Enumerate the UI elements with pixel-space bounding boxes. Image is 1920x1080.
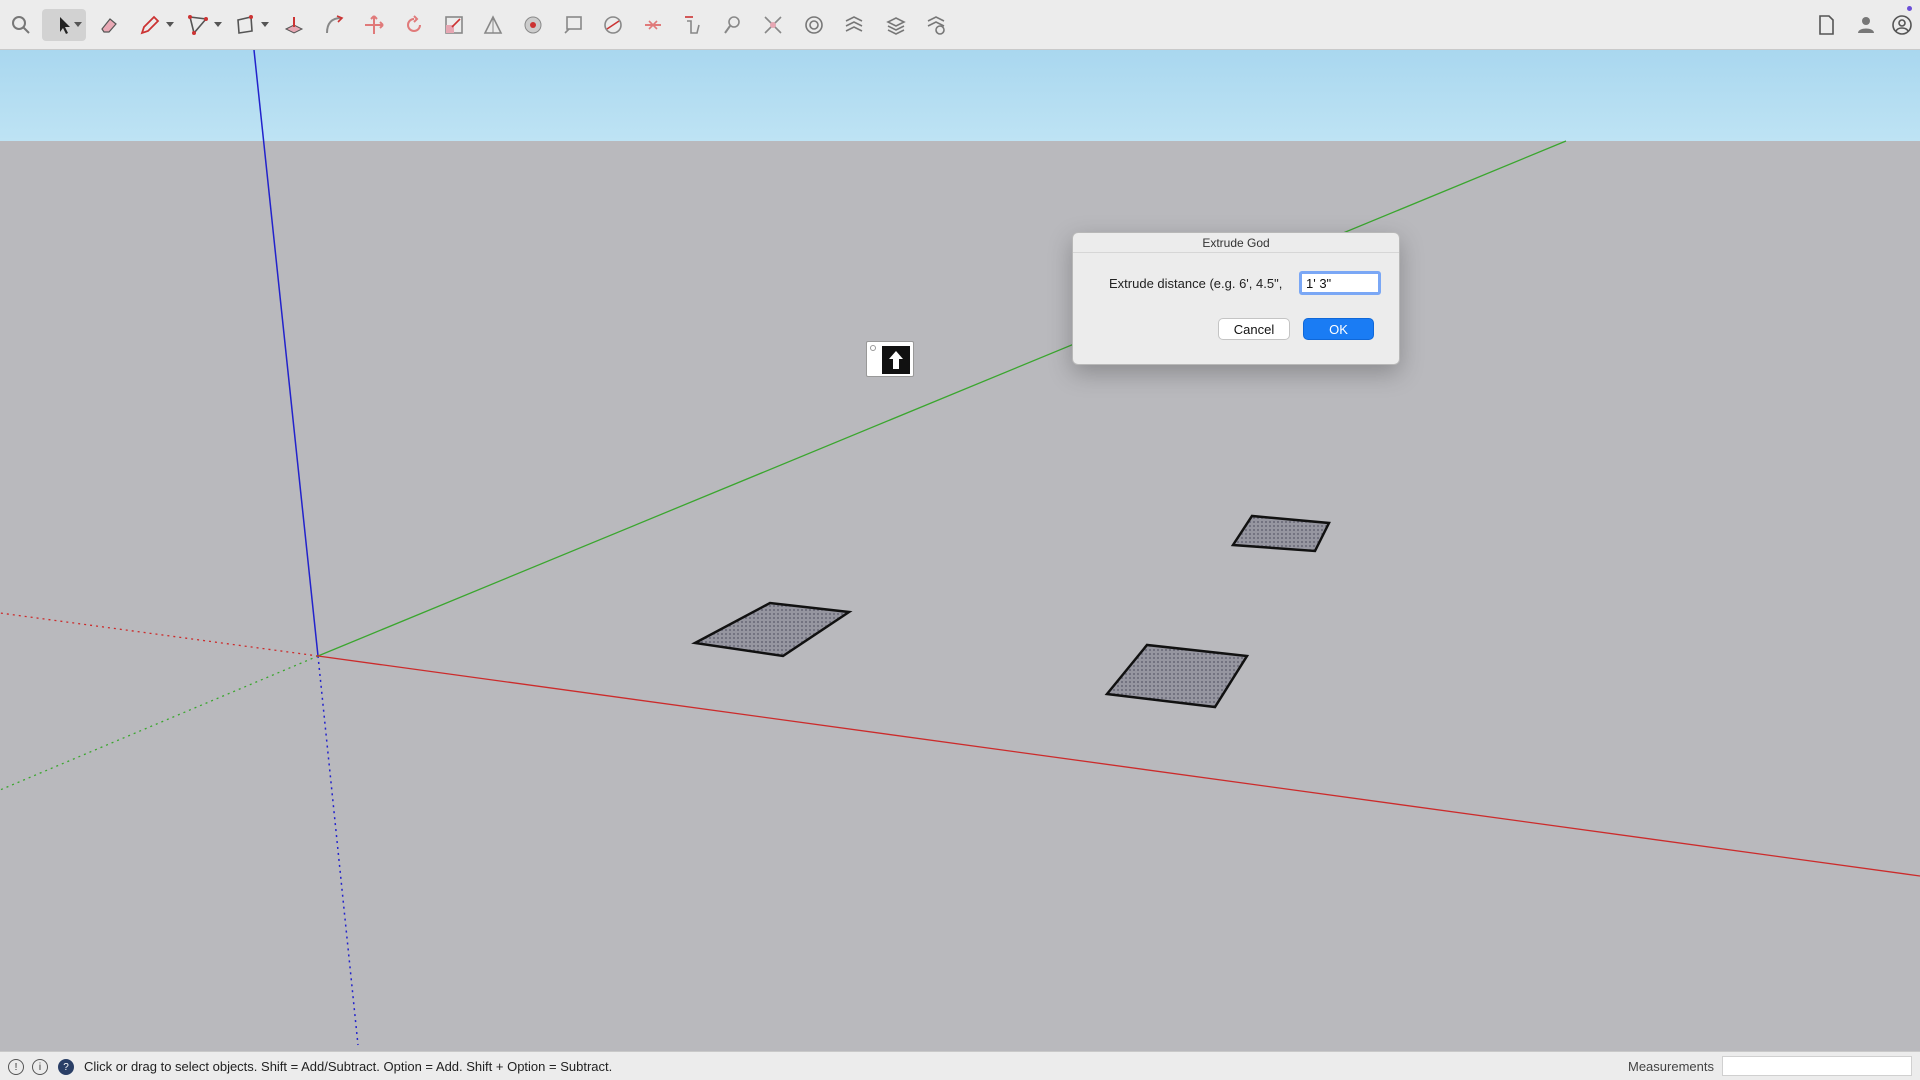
section-plane-tool-button[interactable] bbox=[637, 9, 669, 41]
orbit-tool-button[interactable] bbox=[597, 9, 629, 41]
credits-icon[interactable]: i bbox=[32, 1059, 48, 1075]
magnifier-icon bbox=[12, 16, 30, 34]
status-message: Click or drag to select objects. Shift =… bbox=[84, 1059, 613, 1074]
pencil-tool-button[interactable] bbox=[134, 9, 174, 41]
geo-location-icon[interactable]: ! bbox=[8, 1059, 24, 1075]
scale-icon bbox=[445, 16, 463, 34]
eraser-icon bbox=[101, 18, 117, 33]
cancel-button[interactable]: Cancel bbox=[1218, 318, 1290, 340]
rotate-tool-button[interactable] bbox=[398, 9, 430, 41]
face-left bbox=[691, 601, 853, 658]
select-tool-button[interactable] bbox=[42, 9, 86, 41]
styles-tool-button[interactable] bbox=[838, 9, 870, 41]
hand-icon bbox=[685, 16, 700, 34]
ok-button[interactable]: OK bbox=[1303, 318, 1374, 340]
account-icon bbox=[1892, 15, 1912, 35]
green-axis bbox=[317, 140, 1567, 657]
measurements-label: Measurements bbox=[1628, 1059, 1714, 1074]
components-icon bbox=[805, 16, 823, 34]
follow-me-tool-button[interactable] bbox=[318, 9, 350, 41]
chevron-down-icon[interactable] bbox=[261, 22, 269, 27]
extrude-distance-input[interactable] bbox=[1299, 271, 1381, 295]
dialog-title: Extrude God bbox=[1073, 233, 1399, 253]
paint-bucket-tool-button[interactable] bbox=[517, 9, 549, 41]
tape-measure-tool-button[interactable] bbox=[477, 9, 509, 41]
zoom-extents-tool-button[interactable] bbox=[757, 9, 789, 41]
layers-icon bbox=[886, 17, 906, 35]
scenes-icon bbox=[927, 16, 945, 35]
shape-tool-button[interactable] bbox=[229, 9, 269, 41]
user-icon bbox=[1858, 17, 1874, 33]
rotate-icon bbox=[407, 15, 421, 32]
scale-tool-button[interactable] bbox=[438, 9, 470, 41]
chevron-down-icon[interactable] bbox=[74, 22, 82, 27]
extrude-dialog: Extrude God Extrude distance (e.g. 6', 4… bbox=[1072, 232, 1400, 365]
components-tool-button[interactable] bbox=[798, 9, 830, 41]
blue-axis bbox=[253, 50, 319, 657]
up-arrow-icon bbox=[882, 346, 910, 374]
scene-geometry bbox=[0, 50, 1920, 1046]
polyline-icon bbox=[188, 15, 208, 35]
red-axis-hidden bbox=[0, 612, 319, 657]
chevron-down-icon[interactable] bbox=[214, 22, 222, 27]
notification-dot bbox=[1907, 6, 1912, 11]
eraser-tool-button[interactable] bbox=[93, 9, 125, 41]
green-axis-hidden bbox=[0, 655, 319, 791]
account-button[interactable] bbox=[1886, 9, 1918, 41]
paint-icon bbox=[524, 16, 542, 34]
main-toolbar bbox=[0, 0, 1920, 50]
follow-me-icon bbox=[326, 15, 344, 34]
zoom-tool-button[interactable] bbox=[717, 9, 749, 41]
user-button[interactable] bbox=[1850, 9, 1882, 41]
rectangle-icon bbox=[237, 15, 253, 34]
scenes-tool-button[interactable] bbox=[920, 9, 952, 41]
move-tool-button[interactable] bbox=[358, 9, 390, 41]
search-tool-button[interactable] bbox=[5, 9, 37, 41]
status-bar: ! i ? Click or drag to select objects. S… bbox=[0, 1051, 1920, 1080]
section-icon bbox=[645, 20, 661, 30]
push-pull-icon bbox=[284, 17, 304, 34]
push-pull-tool-button[interactable] bbox=[278, 9, 310, 41]
push-pull-cursor bbox=[866, 341, 914, 377]
layers-tool-button[interactable] bbox=[880, 9, 912, 41]
modeling-viewport[interactable]: Extrude God Extrude distance (e.g. 6', 4… bbox=[0, 50, 1920, 1051]
orbit-icon bbox=[604, 16, 622, 34]
zoom-icon bbox=[724, 16, 740, 34]
cursor-dot bbox=[870, 345, 876, 351]
line-tool-button[interactable] bbox=[182, 9, 222, 41]
document-button[interactable] bbox=[1810, 9, 1842, 41]
move-icon bbox=[365, 15, 384, 34]
extrude-distance-label: Extrude distance (e.g. 6', 4.5", bbox=[1109, 276, 1283, 291]
face-center bbox=[1104, 643, 1250, 709]
zoom-extents-icon bbox=[764, 16, 782, 34]
tape-icon bbox=[483, 15, 503, 34]
pan-tool-button[interactable] bbox=[677, 9, 709, 41]
text-tool-button[interactable] bbox=[557, 9, 589, 41]
text-icon bbox=[564, 16, 582, 34]
pencil-icon bbox=[140, 15, 160, 35]
measurements-input[interactable] bbox=[1722, 1056, 1912, 1076]
arrow-cursor-icon bbox=[60, 17, 70, 34]
document-icon bbox=[1819, 15, 1834, 35]
styles-icon bbox=[845, 16, 863, 32]
chevron-down-icon[interactable] bbox=[166, 22, 174, 27]
face-back bbox=[1230, 514, 1331, 553]
help-icon[interactable]: ? bbox=[58, 1059, 74, 1075]
blue-axis-hidden bbox=[317, 655, 359, 1046]
